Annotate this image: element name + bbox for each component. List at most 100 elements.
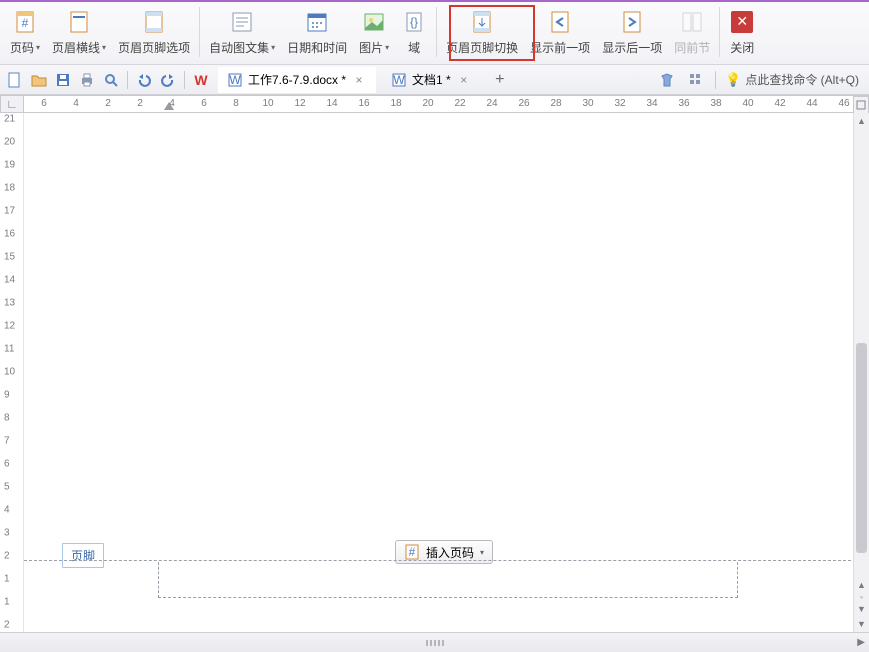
date-time-label: 日期和时间: [287, 39, 347, 56]
field-label: 域: [408, 39, 420, 56]
header-footer-options-icon: [141, 9, 167, 35]
side-panel-toggle[interactable]: [853, 96, 869, 114]
ruler-tick: 13: [4, 298, 15, 309]
ruler-tick: 30: [582, 98, 593, 109]
ruler-tick: 42: [774, 98, 785, 109]
ruler-tick: 17: [4, 206, 15, 217]
ruler-tick: 8: [233, 98, 239, 109]
ruler-tick: 4: [73, 98, 79, 109]
ruler-tick: 12: [294, 98, 305, 109]
page-number-label: 页码: [10, 39, 34, 56]
show-next-button[interactable]: 显示后一项: [596, 2, 668, 62]
tab-doc1-label: 工作7.6-7.9.docx *: [248, 71, 346, 88]
ruler-tick: 14: [326, 98, 337, 109]
show-next-icon: [619, 9, 645, 35]
footer-tag[interactable]: 页脚: [62, 543, 104, 568]
prev-page-button[interactable]: ▲: [857, 580, 866, 590]
page-number-button[interactable]: # 页码▾: [4, 2, 46, 62]
find-command-button[interactable]: 💡 点此查找命令 (Alt+Q): [725, 71, 865, 88]
hf-switch-button[interactable]: 页眉页脚切换: [440, 2, 524, 62]
wps-logo[interactable]: W: [190, 69, 212, 91]
ruler-tick: 38: [710, 98, 721, 109]
header-hline-button[interactable]: 页眉横线▾: [46, 2, 112, 62]
footer-edit-region[interactable]: [158, 562, 738, 598]
show-prev-label: 显示前一项: [530, 39, 590, 56]
tab-doc2-label: 文档1 *: [412, 71, 451, 88]
show-prev-button[interactable]: 显示前一项: [524, 2, 596, 62]
redo-button[interactable]: [157, 69, 179, 91]
ruler-tick: 2: [4, 620, 10, 631]
ruler-tick: 28: [550, 98, 561, 109]
hf-switch-icon: [469, 9, 495, 35]
print-preview-button[interactable]: [100, 69, 122, 91]
show-prev-icon: [547, 9, 573, 35]
ruler-tick: 9: [4, 390, 10, 401]
page-select-button[interactable]: ◦: [860, 592, 863, 602]
ruler-tick: 20: [422, 98, 433, 109]
tab-close-button[interactable]: ×: [457, 73, 471, 87]
ruler-tick: 6: [4, 459, 10, 470]
ruler-tick: 14: [4, 275, 15, 286]
svg-text:#: #: [409, 545, 416, 559]
undo-button[interactable]: [133, 69, 155, 91]
hscroll-right-button[interactable]: ▶: [857, 637, 865, 648]
svg-text:W: W: [229, 73, 241, 87]
tab-doc2[interactable]: W 文档1 * ×: [382, 67, 481, 93]
ruler-tick: 18: [390, 98, 401, 109]
field-button[interactable]: {} 域: [395, 2, 433, 62]
footer-boundary-line: [24, 560, 851, 561]
ruler-tick: 3: [4, 528, 10, 539]
header-footer-options-label: 页眉页脚选项: [118, 39, 190, 56]
ruler-tick: 10: [262, 98, 273, 109]
page-number-icon: #: [12, 9, 38, 35]
ruler-tick: 16: [4, 229, 15, 240]
date-time-button[interactable]: 日期和时间: [281, 2, 353, 62]
settings-button[interactable]: [684, 69, 706, 91]
word-doc-icon: W: [392, 73, 406, 87]
skin-button[interactable]: [656, 69, 678, 91]
print-button[interactable]: [76, 69, 98, 91]
ruler-tick: 26: [518, 98, 529, 109]
ruler-tick: 4: [169, 98, 175, 109]
ribbon-separator: [719, 7, 720, 57]
open-button[interactable]: [28, 69, 50, 91]
vertical-ruler[interactable]: 21201918171615141312111098765432112: [0, 113, 24, 632]
header-hline-icon: [66, 9, 92, 35]
header-hline-label: 页眉横线: [52, 39, 100, 56]
same-prev-label: 同前节: [674, 39, 710, 56]
scrollbar-thumb[interactable]: [856, 343, 867, 553]
ruler-tick: 5: [4, 482, 10, 493]
autotext-button[interactable]: 自动图文集▾: [203, 2, 281, 62]
svg-text:W: W: [393, 73, 405, 87]
scroll-down-button[interactable]: ▼: [854, 616, 869, 632]
new-tab-button[interactable]: +: [489, 69, 511, 91]
ruler-tick: 4: [4, 505, 10, 516]
picture-button[interactable]: 图片▾: [353, 2, 395, 62]
horizontal-ruler[interactable]: 6422468101214161820222426283032343638404…: [24, 95, 853, 113]
ruler-tick: 40: [742, 98, 753, 109]
close-label: 关闭: [730, 39, 754, 56]
close-hf-button[interactable]: ✕ 关闭: [723, 2, 761, 62]
ruler-tick: 10: [4, 367, 15, 378]
new-button[interactable]: [4, 69, 26, 91]
scroll-up-button[interactable]: ▲: [854, 113, 869, 129]
tab-doc1[interactable]: W 工作7.6-7.9.docx * ×: [218, 67, 376, 93]
ribbon-separator: [436, 7, 437, 57]
tab-close-button[interactable]: ×: [352, 73, 366, 87]
qat-separator: [184, 71, 185, 89]
ruler-tick: 12: [4, 321, 15, 332]
splitter-grip[interactable]: [415, 640, 455, 646]
dropdown-arrow-icon: ▾: [480, 548, 484, 557]
ruler-tick: 15: [4, 252, 15, 263]
header-footer-options-button[interactable]: 页眉页脚选项: [112, 2, 196, 62]
ruler-tick: 34: [646, 98, 657, 109]
next-page-button[interactable]: ▼: [857, 604, 866, 614]
vertical-scrollbar[interactable]: ▲ ▲ ◦ ▼ ▼: [853, 113, 869, 632]
same-prev-button[interactable]: 同前节: [668, 2, 716, 62]
ruler-corner[interactable]: ∟: [0, 95, 24, 113]
picture-icon: [361, 9, 387, 35]
ruler-tick: 2: [105, 98, 111, 109]
field-icon: {}: [401, 9, 427, 35]
ruler-tick: 19: [4, 160, 15, 171]
save-button[interactable]: [52, 69, 74, 91]
